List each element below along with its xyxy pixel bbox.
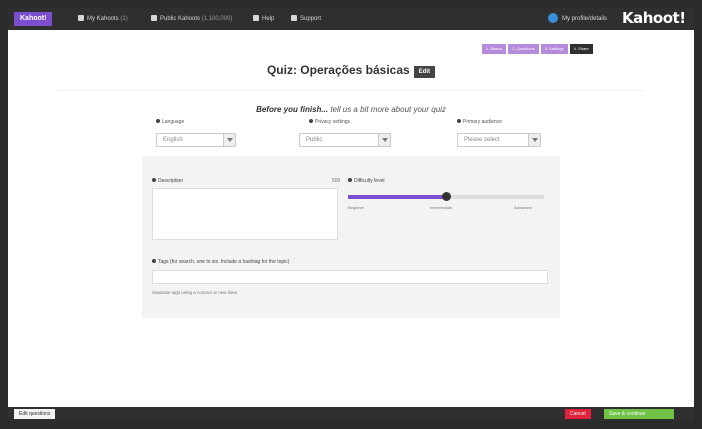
bottom-bar: Edit questions Cancel Save & continue <box>8 407 694 421</box>
difficulty-tick-advanced: Advanced <box>514 205 532 210</box>
page-title: Quiz: Operações básicas Edit <box>8 63 694 78</box>
language-select[interactable]: English <box>156 133 236 147</box>
description-char-count: 500 <box>332 178 341 184</box>
slider-fill <box>348 195 446 199</box>
edit-questions-button[interactable]: Edit questions <box>14 409 56 419</box>
chevron-down-icon <box>378 134 390 146</box>
tags-hint: Separate tags using a comma or new lines <box>152 290 238 295</box>
chevron-down-icon <box>528 134 540 146</box>
save-continue-button[interactable]: Save & continue <box>604 409 674 419</box>
details-panel: Description 500 Difficulty level Beginne… <box>142 156 560 318</box>
brand-button[interactable]: Kahoot! <box>14 12 53 26</box>
nav-help[interactable]: Help <box>253 12 274 26</box>
audience-select[interactable]: Please select <box>457 133 541 147</box>
divider <box>58 90 644 91</box>
privacy-select[interactable]: Public <box>299 133 391 147</box>
difficulty-label: Difficulty level <box>348 178 384 184</box>
step-questions[interactable]: 2. Questions <box>508 44 539 54</box>
chevron-down-icon <box>223 134 235 146</box>
person-icon <box>457 119 461 123</box>
description-textarea[interactable] <box>152 188 338 240</box>
slider-handle[interactable] <box>442 192 451 201</box>
description-label: Description <box>152 178 183 184</box>
profile-menu[interactable]: My profile/details <box>548 12 607 26</box>
pencil-icon <box>152 178 156 182</box>
subtitle: Before you finish... tell us a bit more … <box>256 105 446 114</box>
difficulty-tick-beginner: Beginner <box>348 205 365 210</box>
tags-label: Tags (for search, one to six. Include a … <box>152 259 289 265</box>
tags-input[interactable] <box>152 270 548 284</box>
difficulty-slider[interactable] <box>348 192 544 201</box>
step-basics[interactable]: 1. Basics <box>482 44 507 54</box>
kahoot-logo: Kahoot! <box>622 9 686 27</box>
megaphone-icon <box>291 15 297 21</box>
app-window: Kahoot! My Kahoots (1) Public Kahoots (1… <box>8 8 694 421</box>
step-settings[interactable]: 3. Settings <box>540 44 568 54</box>
audience-label: Primary audience <box>457 119 502 125</box>
nav-my-kahoots[interactable]: My Kahoots (1) <box>78 12 128 26</box>
gauge-icon <box>348 178 352 182</box>
lock-icon <box>309 119 313 123</box>
globe-icon <box>156 119 160 123</box>
nav-public-kahoots[interactable]: Public Kahoots (1,100,000) <box>151 12 232 26</box>
top-navigation: Kahoot! My Kahoots (1) Public Kahoots (1… <box>8 8 694 30</box>
language-label: Language <box>156 119 184 125</box>
user-icon <box>78 15 84 21</box>
tag-icon <box>152 259 156 263</box>
nav-support[interactable]: Support <box>291 12 321 26</box>
step-indicator: 1. Basics 2. Questions 3. Settings 4. Sh… <box>480 44 593 54</box>
avatar <box>548 13 558 23</box>
edit-title-button[interactable]: Edit <box>413 66 436 78</box>
users-icon <box>151 15 157 21</box>
step-share[interactable]: 4. Share <box>569 44 593 54</box>
help-icon <box>253 15 259 21</box>
difficulty-tick-intermediate: Intermediate <box>430 205 453 210</box>
cancel-button[interactable]: Cancel <box>565 409 591 419</box>
privacy-label: Privacy settings <box>309 119 350 125</box>
